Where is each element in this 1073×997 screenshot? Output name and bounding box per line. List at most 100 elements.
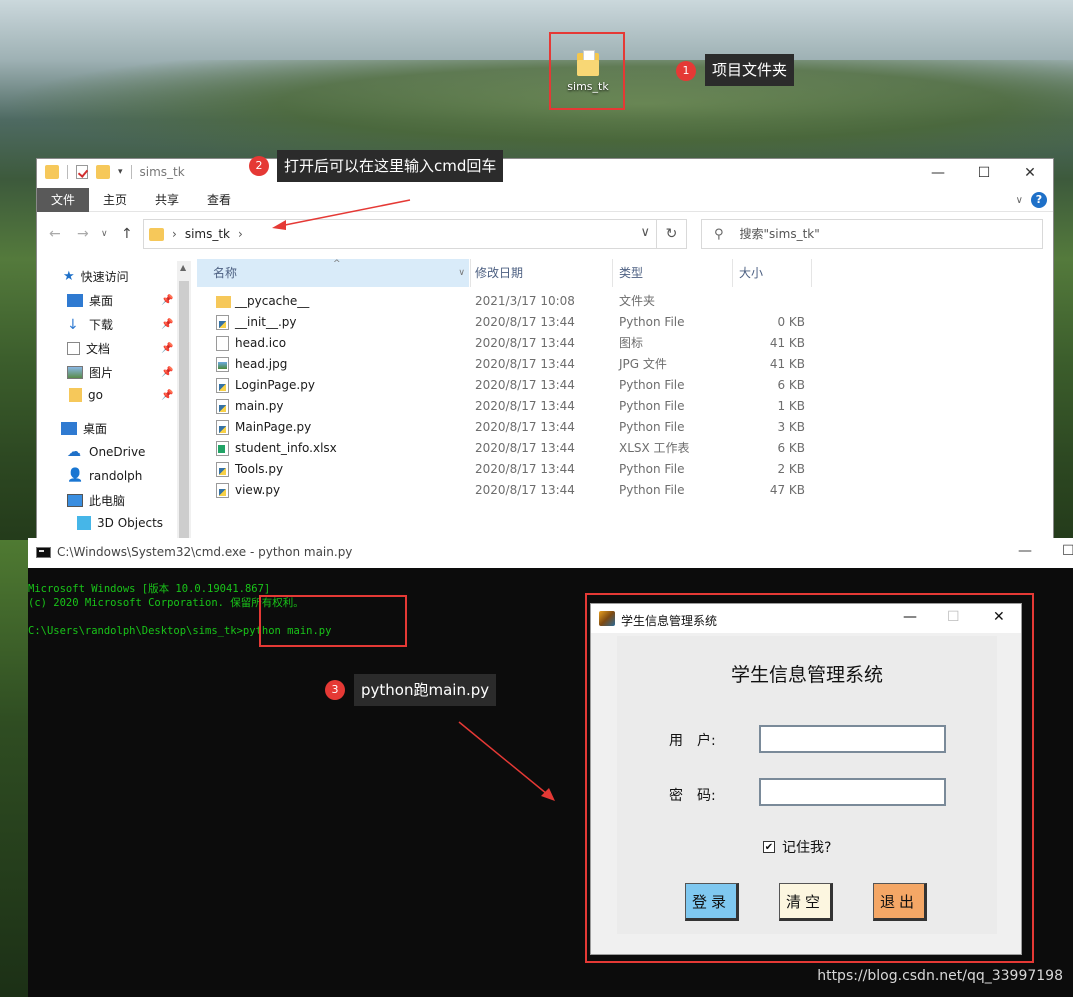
- pin-icon[interactable]: 📌: [161, 343, 173, 354]
- column-header-type[interactable]: 类型: [603, 259, 713, 287]
- tab-file[interactable]: 文件: [37, 187, 90, 212]
- tab-share[interactable]: 共享: [141, 188, 193, 212]
- search-box[interactable]: ⚲: [701, 219, 1043, 249]
- sidebar-item-user[interactable]: 👤 randolph: [67, 468, 142, 483]
- address-dropdown-icon[interactable]: ∨: [640, 225, 650, 240]
- new-folder-icon[interactable]: [96, 165, 110, 179]
- table-row[interactable]: view.py 2020/8/17 13:44 Python File 47 KB: [197, 480, 817, 501]
- pin-icon[interactable]: 📌: [161, 367, 173, 378]
- annotation-callout-3: python跑main.py: [354, 674, 497, 706]
- username-input[interactable]: [759, 725, 946, 753]
- password-input[interactable]: [759, 778, 946, 806]
- file-size: 1 KB: [777, 399, 805, 413]
- table-row[interactable]: head.ico 2020/8/17 13:44 图标 41 KB: [197, 333, 817, 354]
- chevron-down-icon[interactable]: ▾: [118, 167, 123, 177]
- tab-home[interactable]: 主页: [89, 188, 141, 212]
- refresh-button[interactable]: ↻: [657, 219, 687, 249]
- file-date: 2020/8/17 13:44: [475, 483, 575, 497]
- back-arrow-icon[interactable]: ←: [49, 226, 61, 242]
- maximize-button[interactable]: ☐: [961, 159, 1007, 188]
- watermark: https://blog.csdn.net/qq_33997198: [817, 968, 1063, 984]
- file-date: 2020/8/17 13:44: [475, 462, 575, 476]
- table-row[interactable]: Tools.py 2020/8/17 13:44 Python File 2 KB: [197, 459, 817, 480]
- forward-arrow-icon[interactable]: →: [77, 226, 89, 242]
- breadcrumb-chevron-icon[interactable]: ›: [238, 227, 243, 241]
- file-name: __pycache__: [235, 294, 310, 308]
- annotation-arrow-3: [458, 721, 555, 801]
- clear-button[interactable]: 清空: [779, 883, 833, 921]
- file-type: JPG 文件: [619, 357, 667, 371]
- login-window: 学生信息管理系统 — ☐ ✕ 学生信息管理系统 用 户: 密 码: ✔ 记住我?…: [590, 603, 1022, 955]
- sidebar-item-quick-access[interactable]: ★ 快速访问: [63, 268, 129, 285]
- minimize-button[interactable]: —: [1018, 543, 1032, 559]
- remember-me-checkbox[interactable]: ✔ 记住我?: [763, 837, 831, 857]
- login-button[interactable]: 登录: [685, 883, 739, 921]
- column-header-date[interactable]: 修改日期: [459, 259, 599, 287]
- sidebar-item-this-pc[interactable]: 此电脑: [67, 492, 125, 509]
- recent-locations-icon[interactable]: ∨: [101, 229, 108, 239]
- table-row[interactable]: LoginPage.py 2020/8/17 13:44 Python File 6 …: [197, 375, 817, 396]
- password-label: 密 码:: [669, 788, 716, 804]
- sidebar-item-go[interactable]: go 📌: [69, 388, 173, 402]
- annotation-badge-1: 1: [676, 61, 696, 81]
- file-size: 6 KB: [777, 441, 805, 455]
- checkbox-checked-icon[interactable]: ✔: [763, 841, 775, 853]
- file-size: 41 KB: [769, 357, 805, 371]
- column-header-name[interactable]: 名称 ^ ∨: [197, 259, 469, 287]
- table-row[interactable]: MainPage.py 2020/8/17 13:44 Python File 3 K…: [197, 417, 817, 438]
- pictures-icon: [67, 366, 83, 379]
- scroll-up-icon[interactable]: ▲: [180, 263, 186, 272]
- sidebar-item-downloads[interactable]: ↓ 下载 📌: [67, 316, 173, 333]
- help-icon[interactable]: ?: [1031, 192, 1047, 208]
- sidebar-item-onedrive[interactable]: ☁ OneDrive: [67, 444, 145, 460]
- minimize-button[interactable]: —: [903, 609, 917, 625]
- table-row[interactable]: __pycache__ 2021/3/17 10:08 文件夹: [197, 291, 817, 312]
- folder-icon: [216, 296, 231, 308]
- login-title-bar: 学生信息管理系统 — ☐ ✕: [591, 604, 1021, 633]
- breadcrumb[interactable]: sims_tk: [185, 227, 230, 241]
- table-row[interactable]: main.py 2020/8/17 13:44 Python File 1 KB: [197, 396, 817, 417]
- highlight-box-command: [259, 595, 407, 647]
- file-name: MainPage.py: [235, 420, 312, 434]
- minimize-button[interactable]: —: [915, 159, 961, 188]
- sidebar-item-desktop-root[interactable]: 桌面: [61, 420, 107, 437]
- sort-ascending-icon: ^: [333, 259, 341, 269]
- tab-view[interactable]: 查看: [193, 188, 245, 212]
- file-size: 3 KB: [777, 420, 805, 434]
- file-date: 2020/8/17 13:44: [475, 441, 575, 455]
- file-list-header: 名称 ^ ∨ 修改日期 类型 大小: [197, 259, 817, 287]
- file-date: 2020/8/17 13:44: [475, 336, 575, 350]
- file-date: 2020/8/17 13:44: [475, 378, 575, 392]
- table-row[interactable]: head.jpg 2020/8/17 13:44 JPG 文件 41 KB: [197, 354, 817, 375]
- table-row[interactable]: student_info.xlsx 2020/8/17 13:44 XLSX 工作表…: [197, 438, 817, 459]
- ribbon-tabs: 文件 主页 共享 查看 ∨ ?: [37, 187, 1053, 212]
- expand-ribbon-icon[interactable]: ∨: [1016, 195, 1023, 206]
- pin-icon[interactable]: 📌: [161, 390, 173, 401]
- sidebar-item-3d-objects[interactable]: 3D Objects: [77, 516, 163, 530]
- file-date: 2020/8/17 13:44: [475, 399, 575, 413]
- desktop-wallpaper-edge: [0, 540, 30, 997]
- sidebar-item-pictures[interactable]: 图片 📌: [67, 364, 173, 381]
- exit-button[interactable]: 退出: [873, 883, 927, 921]
- file-name: head.ico: [235, 336, 287, 350]
- close-button[interactable]: ✕: [993, 609, 1005, 625]
- file-size: 6 KB: [777, 378, 805, 392]
- scrollbar-thumb[interactable]: [179, 281, 189, 539]
- file-type: 图标: [619, 336, 644, 350]
- maximize-button[interactable]: ☐: [1062, 543, 1073, 559]
- table-row[interactable]: __init__.py 2020/8/17 13:44 Python File 0 K…: [197, 312, 817, 333]
- login-form: 学生信息管理系统 用 户: 密 码: ✔ 记住我? 登录 清空 退出: [617, 636, 997, 934]
- properties-icon[interactable]: [76, 165, 88, 179]
- search-input[interactable]: [737, 226, 1018, 242]
- pin-icon[interactable]: 📌: [161, 295, 173, 306]
- sidebar-item-desktop[interactable]: 桌面 📌: [67, 292, 173, 309]
- pin-icon[interactable]: 📌: [161, 319, 173, 330]
- file-icon: [216, 420, 229, 435]
- up-arrow-icon[interactable]: ↑: [121, 226, 133, 242]
- file-explorer-window: ▾ sims_tk — ☐ ✕ 文件 主页 共享 查看 ∨ ? ← → ∨ ↑ …: [36, 158, 1054, 540]
- sidebar-item-documents[interactable]: 文档 📌: [67, 340, 173, 357]
- column-header-size[interactable]: 大小: [723, 259, 803, 287]
- remember-me-label: 记住我?: [782, 840, 832, 856]
- close-button[interactable]: ✕: [1007, 159, 1053, 188]
- sidebar-scrollbar[interactable]: ▲: [177, 261, 191, 539]
